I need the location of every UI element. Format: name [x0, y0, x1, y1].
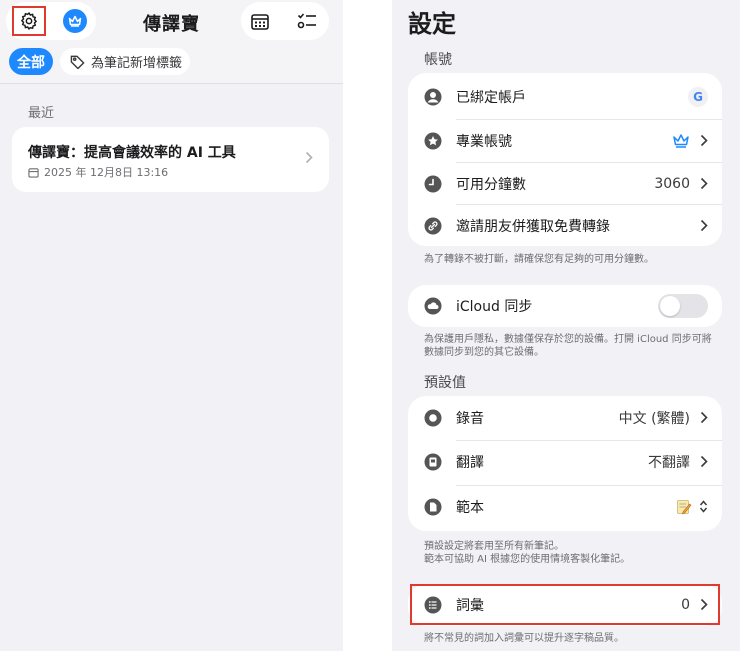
icloud-sync-toggle[interactable] [658, 294, 708, 318]
defaults-footnote-2: 範本可協助 AI 根據您的使用情境客製化筆記。 [424, 554, 631, 565]
translate-label: 翻譯 [456, 455, 484, 471]
note-date-text: 2025 年 12月8日 13:16 [44, 166, 169, 179]
link-icon [424, 217, 442, 235]
icloud-footnote: 為保護用戶隱私，數據僅保存於您的設備。打開 iCloud 同步可將數據同步到您的… [424, 334, 712, 358]
account-footnote: 為了轉錄不被打斷，請確保您有足夠的可用分鐘數。 [424, 254, 654, 265]
record-label: 錄音 [456, 411, 484, 427]
recent-section-label: 最近 [28, 106, 55, 121]
chevron-right-icon [305, 151, 313, 164]
settings-title: 設定 [408, 10, 456, 38]
translate-icon [424, 453, 442, 471]
chevron-right-icon [700, 177, 708, 190]
note-date: 2025 年 12月8日 13:16 [28, 164, 168, 180]
checklist-icon [297, 13, 316, 29]
icloud-group: iCloud 同步 [408, 285, 722, 327]
settings-panel: 設定 帳號 已綁定帳戶 G 專業帳號 可用分鐘數 3060 邀請朋友併獲取免費轉… [392, 0, 740, 651]
template-label: 範本 [456, 500, 484, 516]
icloud-row: iCloud 同步 [408, 285, 722, 327]
filter-all-button[interactable]: 全部 [9, 48, 53, 75]
defaults-footnote-1: 預設設定將套用至所有新筆記。 [424, 541, 564, 552]
minutes-row[interactable]: 可用分鐘數 3060 [408, 163, 722, 205]
document-icon [424, 498, 442, 516]
record-language-value: 中文 (繁體) [618, 411, 690, 427]
invite-label: 邀請朋友併獲取免費轉錄 [456, 219, 610, 235]
account-group: 已綁定帳戶 G 專業帳號 可用分鐘數 3060 邀請朋友併獲取免費轉錄 [408, 73, 722, 246]
memo-icon [677, 500, 692, 515]
note-title: 傳譯寶：提高會議效率的 AI 工具 [28, 145, 236, 161]
clock-icon [424, 175, 442, 193]
tag-icon [70, 55, 85, 69]
defaults-group: 錄音 中文 (繁體) 翻譯 不翻譯 範本 [408, 396, 722, 531]
translate-value: 不翻譯 [648, 455, 690, 471]
add-tag-label: 為筆記新增標籤 [91, 56, 183, 71]
vocabulary-footnote: 將不常見的詞加入詞彙可以提升逐字稿品質。 [424, 633, 624, 644]
minutes-value: 3060 [654, 176, 690, 192]
defaults-section-label: 預設值 [424, 375, 466, 391]
template-row[interactable]: 範本 [408, 486, 722, 528]
chevron-up-down-icon [699, 500, 708, 513]
star-icon [424, 132, 442, 150]
icloud-label: iCloud 同步 [456, 299, 533, 315]
highlight-box-vocabulary [410, 584, 720, 625]
invite-row[interactable]: 邀請朋友併獲取免費轉錄 [408, 205, 722, 247]
toggle-knob [660, 296, 680, 316]
person-icon [424, 88, 442, 106]
pro-account-row[interactable]: 專業帳號 [408, 120, 722, 162]
account-section-label: 帳號 [424, 52, 452, 68]
crown-outline-icon [673, 134, 689, 148]
bound-account-row[interactable]: 已綁定帳戶 G [408, 76, 722, 118]
calendar-icon [251, 13, 269, 30]
pro-account-label: 專業帳號 [456, 134, 512, 150]
bound-account-label: 已綁定帳戶 [456, 90, 526, 106]
task-list-button[interactable] [296, 10, 318, 32]
chevron-right-icon [700, 455, 708, 468]
translate-row[interactable]: 翻譯 不翻譯 [408, 441, 722, 483]
record-icon [424, 409, 442, 427]
calendar-button[interactable] [249, 10, 271, 32]
calendar-small-icon [28, 167, 39, 178]
cloud-icon [424, 297, 442, 315]
add-tag-button[interactable]: 為筆記新增標籤 [60, 48, 190, 75]
chevron-right-icon [700, 219, 708, 232]
record-language-row[interactable]: 錄音 中文 (繁體) [408, 397, 722, 439]
chevron-right-icon [700, 134, 708, 147]
minutes-label: 可用分鐘數 [456, 177, 526, 193]
notes-panel: 傳譯寶 全部 為筆記新增標籤 最近 傳譯寶：提高會議效率的 AI 工具 2025… [0, 0, 343, 651]
google-icon: G [688, 87, 708, 107]
note-card[interactable]: 傳譯寶：提高會議效率的 AI 工具 2025 年 12月8日 13:16 [12, 127, 329, 192]
chevron-right-icon [700, 411, 708, 424]
